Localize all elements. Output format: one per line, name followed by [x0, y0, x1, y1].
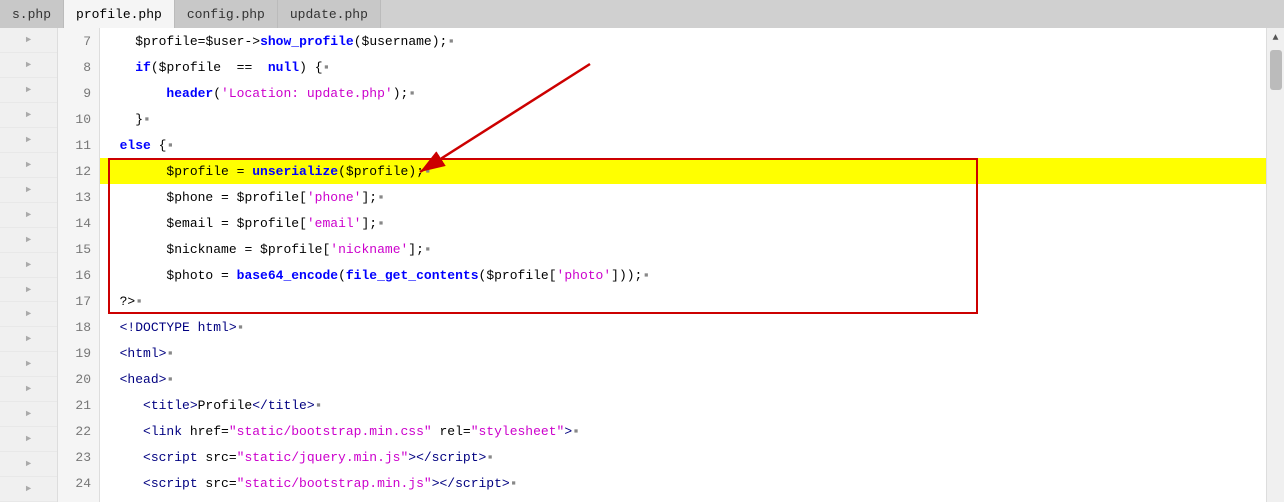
sidebar-collapse-16: ► — [0, 253, 57, 278]
sidebar-collapse-8: ► — [0, 53, 57, 78]
code-lines: $profile=$user->show_profile($username);… — [100, 28, 1266, 502]
sidebar-collapse-21: ► — [0, 377, 57, 402]
code-text-8: if($profile == null) {▪ — [104, 60, 330, 75]
tab-s-php[interactable]: s.php — [0, 0, 64, 28]
code-text-20: <head>▪ — [104, 372, 174, 387]
code-line-10: }▪ — [100, 106, 1266, 132]
line-num-10: 10 — [58, 106, 99, 132]
code-text-17: ?>▪ — [104, 294, 143, 309]
sidebar-collapse-15: ► — [0, 228, 57, 253]
code-line-22: <link href="static/bootstrap.min.css" re… — [100, 418, 1266, 444]
code-line-9: header('Location: update.php');▪ — [100, 80, 1266, 106]
scroll-up-arrow[interactable]: ▲ — [1268, 30, 1284, 46]
code-text-24: <script src="static/bootstrap.min.js"></… — [104, 476, 518, 491]
code-text-10: }▪ — [104, 112, 151, 127]
code-text-19: <html>▪ — [104, 346, 174, 361]
code-content: 7 8 9 10 11 12 13 14 15 16 17 18 19 20 2… — [58, 28, 1266, 502]
code-text-12: $profile = unserialize($profile);▪ — [104, 164, 432, 179]
line-num-7: 7 — [58, 28, 99, 54]
code-area: ► ► ► ► ► ► ► ► ► ► ► ► ► ► ► ► ► ► ► 7 … — [0, 28, 1284, 502]
scroll-thumb[interactable] — [1270, 50, 1282, 90]
line-num-8: 8 — [58, 54, 99, 80]
code-text-9: header('Location: update.php');▪ — [104, 86, 416, 101]
code-text-23: <script src="static/jquery.min.js"></scr… — [104, 450, 494, 465]
line-num-12: 12 — [58, 158, 99, 184]
line-num-21: 21 — [58, 392, 99, 418]
sidebar-collapse-11: ► — [0, 128, 57, 153]
tab-config-php[interactable]: config.php — [175, 0, 278, 28]
left-sidebar: ► ► ► ► ► ► ► ► ► ► ► ► ► ► ► ► ► ► ► — [0, 28, 58, 502]
code-line-14: $email = $profile['email'];▪ — [100, 210, 1266, 236]
code-line-11: else {▪ — [100, 132, 1266, 158]
code-text-15: $nickname = $profile['nickname'];▪ — [104, 242, 432, 257]
code-line-19: <html>▪ — [100, 340, 1266, 366]
line-num-22: 22 — [58, 418, 99, 444]
sidebar-collapse-22: ► — [0, 402, 57, 427]
code-line-21: <title>Profile</title>▪ — [100, 392, 1266, 418]
tab-update-php[interactable]: update.php — [278, 0, 381, 28]
line-num-20: 20 — [58, 366, 99, 392]
sidebar-collapse-23: ► — [0, 427, 57, 452]
code-text-11: else {▪ — [104, 138, 174, 153]
line-num-18: 18 — [58, 314, 99, 340]
code-line-23: <script src="static/jquery.min.js"></scr… — [100, 444, 1266, 470]
line-num-19: 19 — [58, 340, 99, 366]
code-line-7: $profile=$user->show_profile($username);… — [100, 28, 1266, 54]
code-line-13: $phone = $profile['phone'];▪ — [100, 184, 1266, 210]
line-num-11: 11 — [58, 132, 99, 158]
sidebar-collapse-18: ► — [0, 302, 57, 327]
code-line-25: </head>▪ — [100, 496, 1266, 502]
sidebar-collapse-20: ► — [0, 352, 57, 377]
sidebar-collapse-25: ► — [0, 477, 57, 502]
code-line-12: $profile = unserialize($profile);▪ — [100, 158, 1266, 184]
code-text-14: $email = $profile['email'];▪ — [104, 216, 385, 231]
sidebar-collapse-7: ► — [0, 28, 57, 53]
code-text-18: <!DOCTYPE html>▪ — [104, 320, 244, 335]
code-text-22: <link href="static/bootstrap.min.css" re… — [104, 424, 580, 439]
code-text-21: <title>Profile</title>▪ — [104, 398, 322, 413]
line-num-24: 24 — [58, 470, 99, 496]
code-line-18: <!DOCTYPE html>▪ — [100, 314, 1266, 340]
scrollbar[interactable]: ▲ — [1266, 28, 1284, 502]
code-line-16: $photo = base64_encode(file_get_contents… — [100, 262, 1266, 288]
sidebar-collapse-24: ► — [0, 452, 57, 477]
line-num-9: 9 — [58, 80, 99, 106]
code-text-16: $photo = base64_encode(file_get_contents… — [104, 268, 650, 283]
code-lines-wrapper: $profile=$user->show_profile($username);… — [100, 28, 1266, 502]
editor-container: s.php profile.php config.php update.php … — [0, 0, 1284, 502]
code-text-7: $profile=$user->show_profile($username);… — [104, 34, 455, 49]
tab-bar: s.php profile.php config.php update.php — [0, 0, 1284, 28]
sidebar-collapse-14: ► — [0, 203, 57, 228]
line-num-23: 23 — [58, 444, 99, 470]
sidebar-collapse-10: ► — [0, 103, 57, 128]
code-line-20: <head>▪ — [100, 366, 1266, 392]
code-text-13: $phone = $profile['phone'];▪ — [104, 190, 385, 205]
line-num-14: 14 — [58, 210, 99, 236]
sidebar-collapse-13: ► — [0, 178, 57, 203]
sidebar-collapse-17: ► — [0, 278, 57, 303]
code-line-24: <script src="static/bootstrap.min.js"></… — [100, 470, 1266, 496]
line-num-25: 25 — [58, 496, 99, 502]
line-numbers: 7 8 9 10 11 12 13 14 15 16 17 18 19 20 2… — [58, 28, 100, 502]
line-num-15: 15 — [58, 236, 99, 262]
sidebar-collapse-19: ► — [0, 327, 57, 352]
code-line-17: ?>▪ — [100, 288, 1266, 314]
code-line-8: if($profile == null) {▪ — [100, 54, 1266, 80]
line-num-13: 13 — [58, 184, 99, 210]
tab-profile-php[interactable]: profile.php — [64, 0, 175, 28]
code-line-15: $nickname = $profile['nickname'];▪ — [100, 236, 1266, 262]
line-num-17: 17 — [58, 288, 99, 314]
sidebar-collapse-12: ► — [0, 153, 57, 178]
line-num-16: 16 — [58, 262, 99, 288]
sidebar-collapse-9: ► — [0, 78, 57, 103]
